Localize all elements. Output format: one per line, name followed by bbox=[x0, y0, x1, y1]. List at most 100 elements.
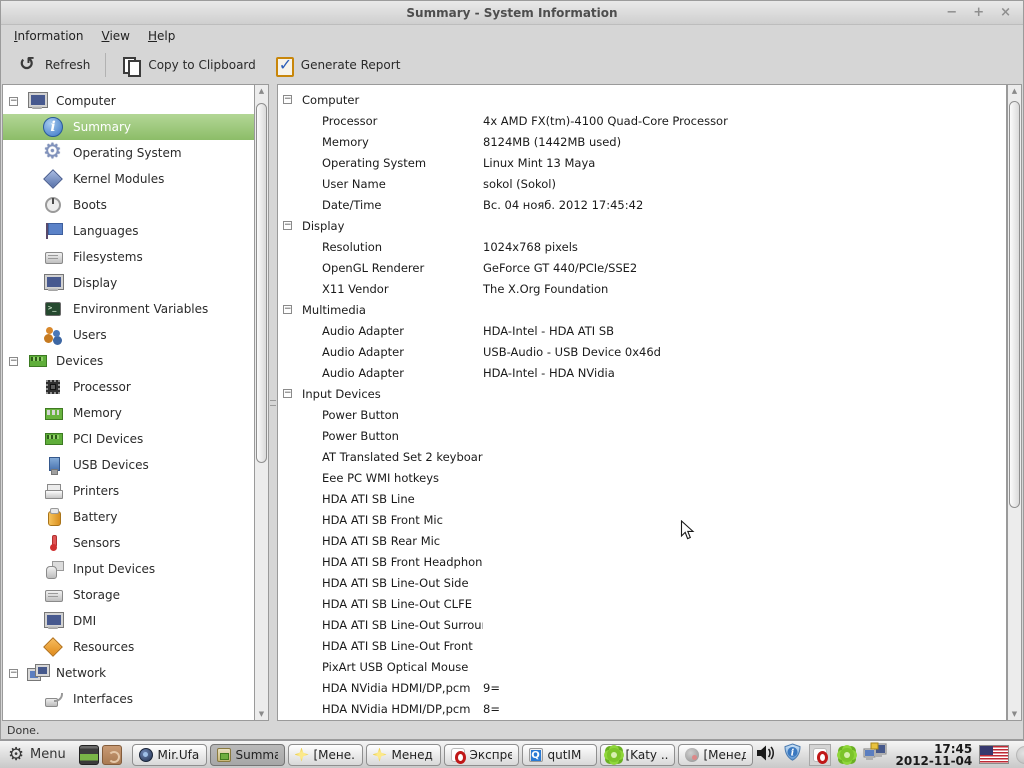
taskbar-window-item[interactable]: Экспре... bbox=[444, 744, 519, 766]
info-section-input-devices[interactable]: −Input Devices bbox=[278, 383, 1006, 404]
taskbar-window-item[interactable]: Менед... bbox=[366, 744, 441, 766]
tree-node-devices[interactable]: −Devices bbox=[3, 348, 254, 374]
tray-misc-icon[interactable] bbox=[1016, 746, 1024, 764]
taskbar-window-summa[interactable]: Summa... bbox=[210, 744, 285, 766]
taskbar-window-katy[interactable]: [Katy ... bbox=[600, 744, 675, 766]
collapse-icon[interactable]: − bbox=[9, 97, 18, 106]
sidebar-item-environment-variables[interactable]: Environment Variables bbox=[3, 296, 254, 322]
refresh-button[interactable]: Refresh bbox=[9, 51, 99, 79]
volume-icon[interactable] bbox=[756, 745, 776, 765]
sidebar-item-processor[interactable]: Processor bbox=[3, 374, 254, 400]
sidebar-item-resources[interactable]: Resources bbox=[3, 634, 254, 660]
collapse-icon[interactable]: − bbox=[283, 221, 292, 230]
sidebar-item-boots[interactable]: Boots bbox=[3, 192, 254, 218]
scroll-up-icon[interactable]: ▲ bbox=[255, 85, 268, 97]
scroll-down-icon[interactable]: ▼ bbox=[1008, 708, 1021, 720]
scroll-down-icon[interactable]: ▼ bbox=[255, 708, 268, 720]
menu-information[interactable]: Information bbox=[5, 27, 92, 45]
info-row[interactable]: AT Translated Set 2 keyboard bbox=[278, 446, 1006, 467]
copy-to-clipboard-button[interactable]: Copy to Clipboard bbox=[112, 51, 264, 79]
sidebar-item-operating-system[interactable]: Operating System bbox=[3, 140, 254, 166]
sidebar-item-users[interactable]: Users bbox=[3, 322, 254, 348]
minimize-button[interactable]: − bbox=[946, 5, 957, 20]
info-row[interactable]: Resolution1024x768 pixels bbox=[278, 236, 1006, 257]
network-tray-icon[interactable] bbox=[863, 742, 889, 768]
pane-splitter[interactable] bbox=[269, 84, 277, 721]
info-row[interactable]: HDA ATI SB Front Headphone bbox=[278, 551, 1006, 572]
info-row[interactable]: User Namesokol (Sokol) bbox=[278, 173, 1006, 194]
sidebar-scrollbar[interactable]: ▲ ▼ bbox=[254, 84, 269, 721]
generate-report-button[interactable]: Generate Report bbox=[265, 51, 410, 79]
sidebar-item-display[interactable]: Display bbox=[3, 270, 254, 296]
info-row[interactable]: HDA ATI SB Front Mic bbox=[278, 509, 1006, 530]
shell-icon[interactable] bbox=[102, 745, 122, 765]
keyboard-layout-flag-icon[interactable] bbox=[979, 745, 1009, 764]
opera-tray-icon[interactable] bbox=[809, 744, 831, 766]
tree-node-network[interactable]: −Network bbox=[3, 660, 254, 686]
toolbar-separator bbox=[105, 53, 106, 77]
mint-menu-button[interactable]: Menu bbox=[4, 745, 76, 765]
info-section-display[interactable]: −Display bbox=[278, 215, 1006, 236]
maximize-button[interactable]: + bbox=[973, 5, 984, 20]
info-row[interactable]: Memory8124MB (1442MB used) bbox=[278, 131, 1006, 152]
sidebar-item-languages[interactable]: Languages bbox=[3, 218, 254, 244]
info-section-multimedia[interactable]: −Multimedia bbox=[278, 299, 1006, 320]
info-row[interactable]: HDA ATI SB Line-Out Surround bbox=[278, 614, 1006, 635]
sidebar-item-printers[interactable]: Printers bbox=[3, 478, 254, 504]
main-scrollbar-thumb[interactable] bbox=[1009, 101, 1020, 508]
icq-tray-icon[interactable] bbox=[840, 748, 854, 762]
info-row[interactable]: Audio AdapterHDA-Intel - HDA ATI SB bbox=[278, 320, 1006, 341]
menu-view[interactable]: View bbox=[92, 27, 138, 45]
info-section-computer[interactable]: −Computer bbox=[278, 89, 1006, 110]
sidebar-item-storage[interactable]: Storage bbox=[3, 582, 254, 608]
sidebar-item-pci-devices[interactable]: PCI Devices bbox=[3, 426, 254, 452]
main-scrollbar[interactable]: ▲ ▼ bbox=[1007, 84, 1022, 721]
sidebar-item-input-devices[interactable]: Input Devices bbox=[3, 556, 254, 582]
sidebar-item-usb-devices[interactable]: USB Devices bbox=[3, 452, 254, 478]
collapse-icon[interactable]: − bbox=[283, 305, 292, 314]
sidebar-item-memory[interactable]: Memory bbox=[3, 400, 254, 426]
tree-node-computer[interactable]: −Computer bbox=[3, 88, 254, 114]
update-shield-icon[interactable]: i bbox=[783, 743, 802, 766]
menu-help[interactable]: Help bbox=[139, 27, 184, 45]
tray-clock[interactable]: 17:45 2012-11-04 bbox=[896, 743, 973, 767]
sidebar-item-battery[interactable]: Battery bbox=[3, 504, 254, 530]
collapse-icon[interactable]: − bbox=[9, 357, 18, 366]
info-row[interactable]: Date/TimeВс. 04 нояб. 2012 17:45:42 bbox=[278, 194, 1006, 215]
info-row[interactable]: Operating SystemLinux Mint 13 Maya bbox=[278, 152, 1006, 173]
info-row[interactable]: Processor4x AMD FX(tm)-4100 Quad-Core Pr… bbox=[278, 110, 1006, 131]
sidebar-item-summary[interactable]: Summary bbox=[3, 114, 254, 140]
taskbar-window-item[interactable]: [Мене... bbox=[288, 744, 363, 766]
info-row[interactable]: Power Button bbox=[278, 404, 1006, 425]
sidebar-item-filesystems[interactable]: Filesystems bbox=[3, 244, 254, 270]
info-row[interactable]: Eee PC WMI hotkeys bbox=[278, 467, 1006, 488]
sidebar-scrollbar-thumb[interactable] bbox=[256, 103, 267, 463]
info-row[interactable]: HDA ATI SB Line-Out Front bbox=[278, 635, 1006, 656]
scroll-up-icon[interactable]: ▲ bbox=[1008, 85, 1021, 97]
info-row[interactable]: HDA ATI SB Line bbox=[278, 488, 1006, 509]
info-row[interactable]: HDA NVidia HDMI/DP,pcm8= bbox=[278, 698, 1006, 719]
info-row[interactable]: X11 VendorThe X.Org Foundation bbox=[278, 278, 1006, 299]
info-row[interactable]: Power Button bbox=[278, 425, 1006, 446]
info-row[interactable]: OpenGL RendererGeForce GT 440/PCIe/SSE2 bbox=[278, 257, 1006, 278]
sidebar-item-sensors[interactable]: Sensors bbox=[3, 530, 254, 556]
show-desktop-icon[interactable] bbox=[79, 745, 99, 765]
collapse-icon[interactable]: − bbox=[9, 669, 18, 678]
sidebar-item-interfaces[interactable]: Interfaces bbox=[3, 686, 254, 712]
collapse-icon[interactable]: − bbox=[283, 95, 292, 104]
info-row[interactable]: Audio AdapterHDA-Intel - HDA NVidia bbox=[278, 362, 1006, 383]
info-row[interactable]: HDA ATI SB Line-Out Side bbox=[278, 572, 1006, 593]
info-row[interactable]: HDA NVidia HDMI/DP,pcm9= bbox=[278, 677, 1006, 698]
taskbar-window-mir-ufa[interactable]: Mir.Ufa... bbox=[132, 744, 207, 766]
taskbar-window-item[interactable]: [Менед... bbox=[678, 744, 753, 766]
info-row[interactable]: HDA ATI SB Rear Mic bbox=[278, 530, 1006, 551]
info-row[interactable]: Audio AdapterUSB-Audio - USB Device 0x46… bbox=[278, 341, 1006, 362]
sidebar-item-dmi[interactable]: DMI bbox=[3, 608, 254, 634]
sidebar-item-kernel-modules[interactable]: Kernel Modules bbox=[3, 166, 254, 192]
collapse-icon[interactable]: − bbox=[283, 389, 292, 398]
info-row[interactable]: HDA ATI SB Line-Out CLFE bbox=[278, 593, 1006, 614]
taskbar-window-qutim[interactable]: qutIM bbox=[522, 744, 597, 766]
info-row[interactable]: PixArt USB Optical Mouse bbox=[278, 656, 1006, 677]
titlebar[interactable]: Summary - System Information −+× bbox=[1, 1, 1023, 25]
close-button[interactable]: × bbox=[1000, 5, 1011, 20]
